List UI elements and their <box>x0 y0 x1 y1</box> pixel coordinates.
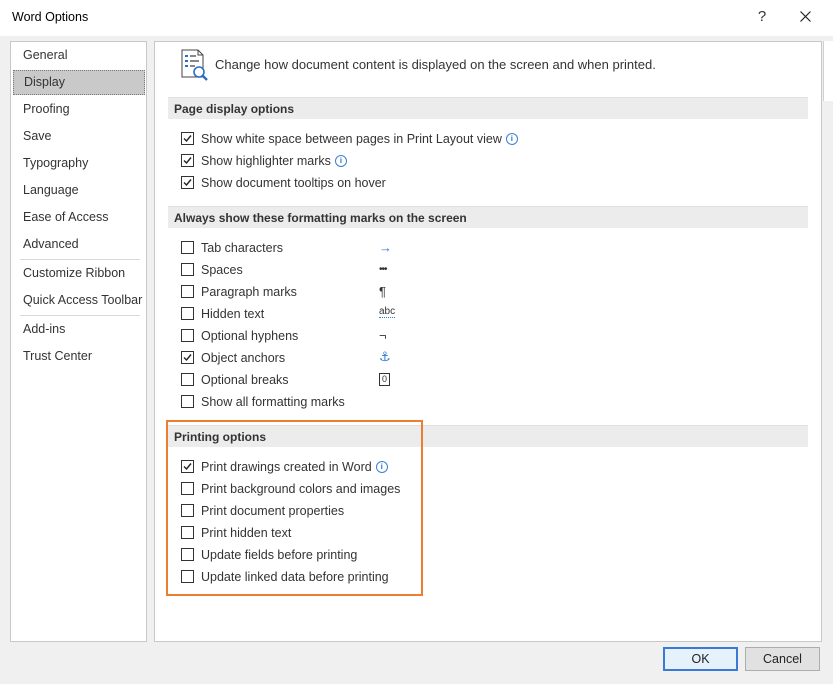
nav-item-typography[interactable]: Typography <box>13 151 145 176</box>
display-options-icon <box>181 49 209 84</box>
checkmark-icon <box>183 354 192 362</box>
checkbox[interactable] <box>181 395 194 408</box>
checkbox[interactable] <box>181 285 194 298</box>
checkbox[interactable] <box>181 241 194 254</box>
checkmark-icon <box>183 463 192 471</box>
checkmark-icon <box>183 135 192 143</box>
close-icon <box>799 11 811 22</box>
tab-arrow-icon: → <box>379 240 392 255</box>
option-label: Show white space between pages in Print … <box>201 132 502 146</box>
checkbox[interactable] <box>181 504 194 517</box>
display-options-panel: Change how document content is displayed… <box>154 41 822 642</box>
option-label: Optional hyphens <box>201 329 299 343</box>
nav-item-ease-of-access[interactable]: Ease of Access <box>13 205 145 230</box>
checkbox[interactable] <box>181 307 194 320</box>
checkbox[interactable] <box>181 460 194 473</box>
section-printing-options: Printing options <box>168 425 808 447</box>
option-label: Update linked data before printing <box>201 570 389 584</box>
nav-item-save[interactable]: Save <box>13 124 145 149</box>
nav-item-trust-center[interactable]: Trust Center <box>13 344 145 369</box>
title-bar: Word Options ? <box>0 0 833 36</box>
checkbox[interactable] <box>181 373 194 386</box>
help-button[interactable]: ? <box>752 6 772 28</box>
pilcrow-icon: ¶ <box>379 284 386 299</box>
nav-item-customize-ribbon[interactable]: Customize Ribbon <box>13 261 145 286</box>
option-label: Show document tooltips on hover <box>201 176 386 190</box>
option-label: Show highlighter marks <box>201 154 331 168</box>
option-label: Object anchors <box>201 351 286 365</box>
options-nav: General Display Proofing Save Typography… <box>10 41 147 642</box>
optional-break-icon: 0 <box>379 373 391 386</box>
option-label: Optional breaks <box>201 373 289 387</box>
option-label: Tab characters <box>201 241 283 255</box>
nav-item-add-ins[interactable]: Add-ins <box>13 317 145 342</box>
panel-description: Change how document content is displayed… <box>215 57 656 72</box>
option-label: Paragraph marks <box>201 285 297 299</box>
option-label: Print drawings created in Word <box>201 460 372 474</box>
option-label: Hidden text <box>201 307 265 321</box>
nav-item-display[interactable]: Display <box>13 70 145 95</box>
checkbox[interactable] <box>181 526 194 539</box>
checkmark-icon <box>183 157 192 165</box>
nav-item-proofing[interactable]: Proofing <box>13 97 145 122</box>
scrollbar[interactable] <box>823 41 833 101</box>
checkbox[interactable] <box>181 176 194 189</box>
option-label: Show all formatting marks <box>201 395 345 409</box>
checkbox[interactable] <box>181 548 194 561</box>
checkbox[interactable] <box>181 263 194 276</box>
nav-separator <box>20 259 140 260</box>
checkmark-icon <box>183 179 192 187</box>
info-icon[interactable]: i <box>375 461 388 473</box>
window-title: Word Options <box>12 10 89 24</box>
checkbox[interactable] <box>181 154 194 167</box>
info-icon[interactable]: i <box>334 155 347 167</box>
cancel-button[interactable]: Cancel <box>745 647 820 671</box>
space-dots-icon: ••• <box>379 264 387 275</box>
nav-item-advanced[interactable]: Advanced <box>13 232 145 257</box>
nav-separator <box>20 315 140 316</box>
nav-item-quick-access-toolbar[interactable]: Quick Access Toolbar <box>13 288 145 313</box>
nav-item-general[interactable]: General <box>13 43 145 68</box>
option-label: Print document properties <box>201 504 345 518</box>
hidden-text-icon: abc <box>379 306 396 318</box>
option-label: Update fields before printing <box>201 548 358 562</box>
close-button[interactable] <box>793 6 817 28</box>
checkbox[interactable] <box>181 329 194 342</box>
info-icon[interactable]: i <box>505 133 518 145</box>
checkbox[interactable] <box>181 132 194 145</box>
optional-hyphen-icon: ¬ <box>379 328 387 343</box>
checkbox[interactable] <box>181 570 194 583</box>
checkbox[interactable] <box>181 351 194 364</box>
section-page-display-options: Page display options <box>168 97 808 119</box>
nav-item-language[interactable]: Language <box>13 178 145 203</box>
option-label: Print hidden text <box>201 526 292 540</box>
anchor-icon: ⚓ <box>379 350 391 365</box>
section-formatting-marks: Always show these formatting marks on th… <box>168 206 808 228</box>
checkbox[interactable] <box>181 482 194 495</box>
option-label: Spaces <box>201 263 243 277</box>
ok-button[interactable]: OK <box>663 647 738 671</box>
option-label: Print background colors and images <box>201 482 401 496</box>
